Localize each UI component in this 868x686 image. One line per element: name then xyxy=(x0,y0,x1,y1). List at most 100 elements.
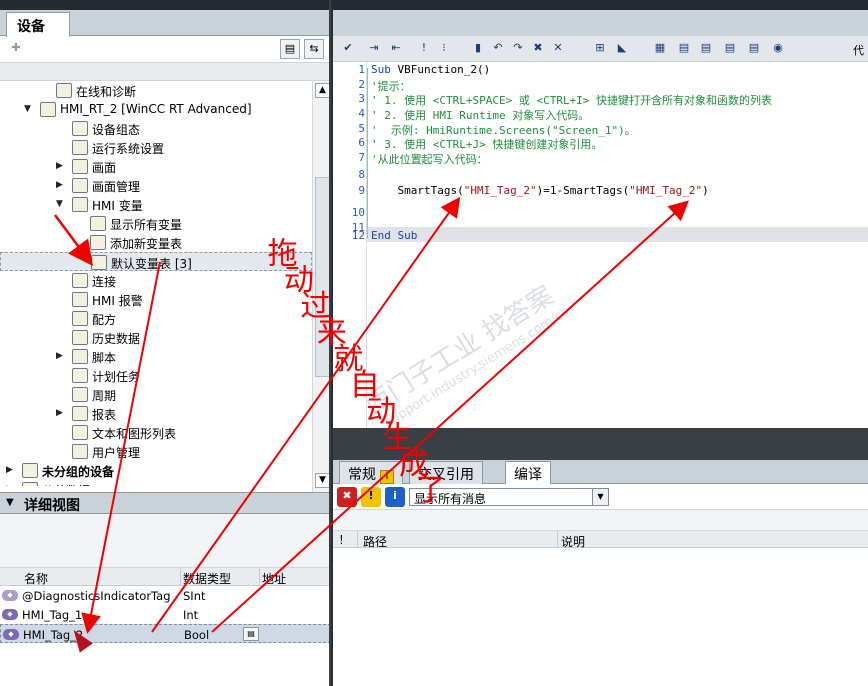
tree-item-label: 配方 xyxy=(92,313,117,327)
datatype-picker-icon[interactable]: ▤ xyxy=(243,627,259,641)
detail-view-columns: 名称 数据类型 地址 xyxy=(0,568,329,587)
tree-item-label: 运行系统设置 xyxy=(92,142,165,156)
scroll-down-icon[interactable]: ▼ xyxy=(315,473,329,488)
warnings-filter-icon[interactable]: ! xyxy=(361,487,381,507)
grid-icon[interactable]: ▦ xyxy=(651,39,669,57)
new-device-icon[interactable]: ✚ xyxy=(6,39,26,59)
info-filter-icon[interactable]: i xyxy=(385,487,405,507)
tree-item[interactable]: 计划任务 xyxy=(0,366,312,385)
tree-item[interactable]: ▶ 画面管理 xyxy=(0,176,312,195)
clear-bookmarks-icon[interactable]: ✖ xyxy=(529,39,547,57)
tree-item[interactable]: 连接 xyxy=(0,271,312,290)
tab-compile[interactable]: 编译 xyxy=(505,461,551,484)
add-tag-table-icon xyxy=(90,235,106,250)
tree-item[interactable]: ▶ 脚本 xyxy=(0,347,312,366)
tree-item[interactable]: 文本和图形列表 xyxy=(0,423,312,442)
object-list-icon[interactable]: ⊞ xyxy=(591,39,609,57)
prev-bookmark-icon[interactable]: ↶ xyxy=(489,39,507,57)
indent-icon[interactable]: ⇥ xyxy=(365,39,383,57)
tree-item[interactable]: ▶ 报表 xyxy=(0,404,312,423)
parameter-info-icon[interactable]: ◣ xyxy=(613,39,631,57)
tag-row[interactable]: ◆ HMI_Tag_1 Int xyxy=(0,605,329,624)
code-line[interactable]: ' 2. 使用 HMI Runtime 对象写入代码。 xyxy=(371,107,589,123)
collapsed-arrow-icon[interactable]: ▶ xyxy=(6,464,16,476)
tree-item-label: 添加新变量表 xyxy=(110,237,183,251)
code-line[interactable]: End Sub xyxy=(371,229,417,242)
tag-datatype: SInt xyxy=(183,589,206,603)
hmi-runtime-icon xyxy=(40,102,56,117)
code-line[interactable]: ' 3. 使用 <CTRL+J> 快捷键创建对象引用。 xyxy=(371,136,602,152)
col-separator xyxy=(357,531,358,549)
collapsed-arrow-icon[interactable]: ▶ xyxy=(56,350,66,362)
tag-delete-icon[interactable]: ▤ xyxy=(745,39,763,57)
tree-item[interactable]: ▶ 未分组的设备 xyxy=(0,461,312,480)
comment-icon[interactable]: ! xyxy=(415,39,433,57)
check-syntax-icon[interactable]: ✔ xyxy=(339,39,357,57)
tree-item[interactable]: HMI 报警 xyxy=(0,290,312,309)
errors-filter-icon[interactable]: ✖ xyxy=(337,487,357,507)
tree-item[interactable]: 在线和诊断 xyxy=(0,81,312,100)
code-line[interactable]: Sub VBFunction_2() xyxy=(371,63,490,76)
tree-toolbar: ✚ ▤ ⇆ xyxy=(0,37,329,63)
refresh-tree-icon[interactable]: ⇆ xyxy=(304,39,324,59)
tree-item[interactable]: 历史数据 xyxy=(0,328,312,347)
collapsed-arrow-icon[interactable]: ▶ xyxy=(56,160,66,172)
tag-find-icon[interactable]: ◉ xyxy=(769,39,787,57)
line-number: 3 xyxy=(358,92,365,105)
col-address[interactable]: 地址 xyxy=(262,570,286,587)
tree-item[interactable]: 配方 xyxy=(0,309,312,328)
tree-item[interactable]: 设备组态 xyxy=(0,119,312,138)
code-line[interactable]: ' 1. 使用 <CTRL+SPACE> 或 <CTRL+I> 快捷键打开含所有… xyxy=(371,92,772,108)
devices-tab[interactable]: 设备 xyxy=(6,12,70,37)
uncomment-icon[interactable]: ⁝ xyxy=(435,39,453,57)
tag-list-icon[interactable]: ▤ xyxy=(675,39,693,57)
outdent-icon[interactable]: ⇤ xyxy=(387,39,405,57)
delete-bookmarks-icon[interactable]: ✕ xyxy=(549,39,567,57)
tree-item[interactable]: ▶ 公共数据 xyxy=(0,480,312,486)
scroll-up-icon[interactable]: ▲ xyxy=(315,83,329,98)
code-line[interactable]: '从此位置起写入代码： xyxy=(371,151,488,167)
tree-item[interactable]: ▼ HMI_RT_2 [WinCC RT Advanced] xyxy=(0,100,312,119)
code-token: "HMI_Tag_2" xyxy=(463,184,537,197)
tree-item[interactable]: 周期 xyxy=(0,385,312,404)
editor-title-strip xyxy=(333,0,868,10)
line-number: 7 xyxy=(358,151,365,164)
col-datatype[interactable]: 数据类型 xyxy=(183,570,231,587)
collapsed-arrow-icon[interactable]: ▶ xyxy=(6,483,16,486)
tree-item-label: 默认变量表 [3] xyxy=(111,257,192,271)
collapsed-arrow-icon[interactable]: ▶ xyxy=(56,407,66,419)
col-severity[interactable]: ! xyxy=(339,533,344,547)
collapse-arrow-icon[interactable]: ▼ xyxy=(6,497,14,508)
next-bookmark-icon[interactable]: ↷ xyxy=(509,39,527,57)
project-tree-pane: 设备 ✚ ▤ ⇆ 在线和诊断 ▼ HMI_RT_2 [WinCC RT Advanc… xyxy=(0,0,331,686)
chevron-down-icon[interactable]: ▼ xyxy=(592,489,608,505)
col-name[interactable]: 名称 xyxy=(24,570,48,587)
tab-general[interactable]: 常规 i xyxy=(339,461,403,484)
tag-row[interactable]: ◆ HMI_Tag_2 Bool ▤ xyxy=(0,624,329,643)
detail-view-header[interactable]: ▼ 详细视图 xyxy=(0,492,329,514)
bookmark-icon[interactable]: ▮ xyxy=(469,39,487,57)
tree-item[interactable]: 显示所有变量 xyxy=(0,214,312,233)
tag-next-icon[interactable]: ▤ xyxy=(697,39,715,57)
collapsed-arrow-icon[interactable]: ▶ xyxy=(56,179,66,191)
historical-data-icon xyxy=(72,330,88,345)
tree-item-label: 公共数据 xyxy=(42,482,90,486)
tag-prev-icon[interactable]: ▤ xyxy=(721,39,739,57)
expanded-arrow-icon[interactable]: ▼ xyxy=(24,103,34,115)
expanded-arrow-icon[interactable]: ▼ xyxy=(56,198,66,210)
fold-guide xyxy=(367,68,368,238)
tree-item[interactable]: 用户管理 xyxy=(0,442,312,461)
toolbar-overflow[interactable]: 代 xyxy=(853,42,864,58)
tag-row[interactable]: ◆ @DiagnosticsIndicatorTag SInt xyxy=(0,586,329,605)
tree-item[interactable]: ▶ 画面 xyxy=(0,157,312,176)
show-all-tags-icon xyxy=(90,216,106,231)
code-line[interactable]: SmartTags("HMI_Tag_2")=1-SmartTags("HMI_… xyxy=(371,184,708,197)
scheduler-icon xyxy=(72,368,88,383)
detail-view-blank xyxy=(0,514,329,568)
tree-item[interactable]: ▼ HMI 变量 xyxy=(0,195,312,214)
runtime-settings-icon xyxy=(72,140,88,155)
code-token: '从此位置起写入代码： xyxy=(371,153,488,166)
overview-icon[interactable]: ▤ xyxy=(280,39,300,59)
tree-item[interactable]: 运行系统设置 xyxy=(0,138,312,157)
scripts-folder-icon xyxy=(72,349,88,364)
